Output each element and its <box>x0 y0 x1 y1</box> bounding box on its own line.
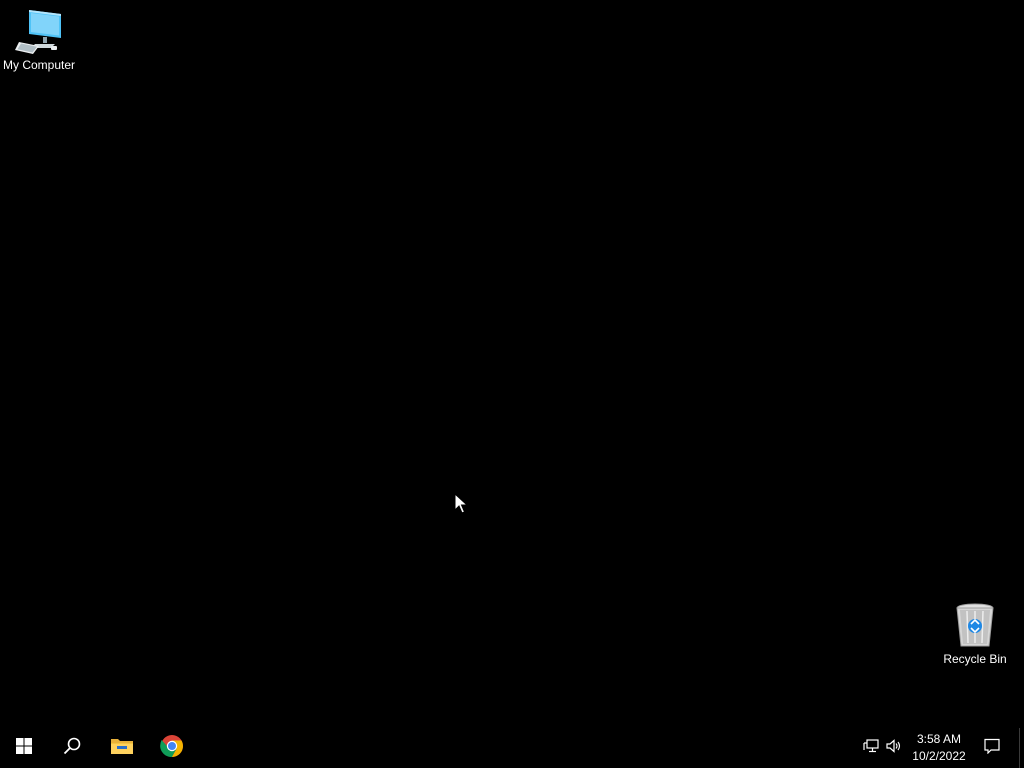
recycle-bin-desktop-icon[interactable]: Recycle Bin <box>936 602 1014 666</box>
taskbar-clock[interactable]: 3:58 AM 10/2/2022 <box>908 728 970 768</box>
computer-icon <box>15 8 63 56</box>
my-computer-label: My Computer <box>2 58 76 72</box>
action-center-button[interactable] <box>978 728 1006 768</box>
notification-icon <box>984 738 1000 759</box>
folder-icon <box>110 736 134 761</box>
clock-time: 3:58 AM <box>916 732 962 746</box>
search-button[interactable] <box>48 728 96 768</box>
taskbar: 3:58 AM 10/2/2022 <box>0 728 1024 768</box>
search-icon <box>63 737 81 760</box>
clock-date: 10/2/2022 <box>912 749 966 763</box>
network-icon <box>863 738 879 758</box>
start-button[interactable] <box>0 728 48 768</box>
windows-logo-icon <box>16 737 32 759</box>
my-computer-desktop-icon[interactable]: My Computer <box>0 8 78 72</box>
show-desktop-button[interactable] <box>1019 728 1024 768</box>
volume-tray-button[interactable] <box>883 728 905 768</box>
file-explorer-button[interactable] <box>98 728 146 768</box>
desktop[interactable]: My Computer Recycle Bin <box>0 0 1024 728</box>
chrome-icon <box>160 734 184 763</box>
chrome-button[interactable] <box>148 728 196 768</box>
mouse-pointer-icon <box>454 492 469 515</box>
volume-icon <box>886 738 902 758</box>
network-tray-button[interactable] <box>860 728 882 768</box>
recycle-bin-label: Recycle Bin <box>943 652 1007 666</box>
recycle-bin-icon <box>951 602 999 650</box>
